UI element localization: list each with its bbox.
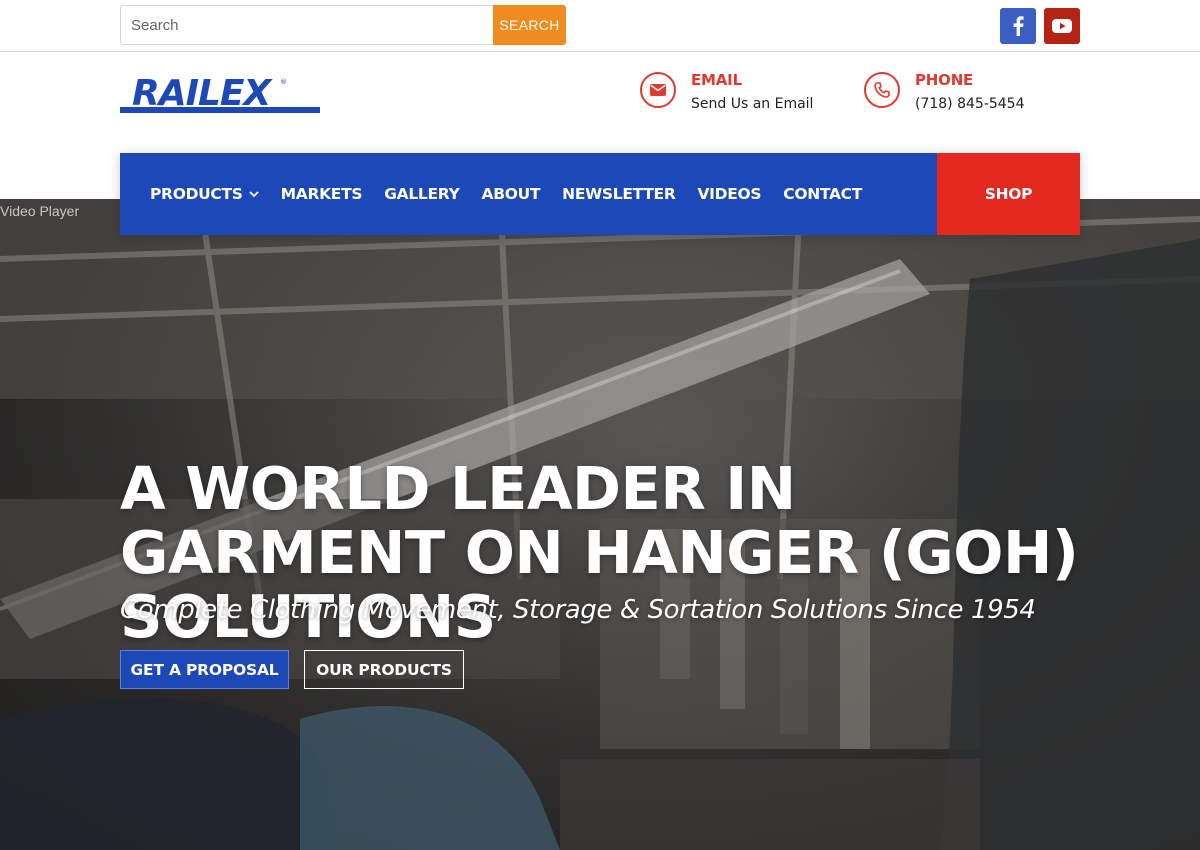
hero-section: Video Player A WORLD LEADER IN GARMENT O…: [0, 199, 1200, 850]
nav-item-gallery[interactable]: GALLERY: [384, 185, 460, 203]
nav-shop-button[interactable]: SHOP: [937, 153, 1080, 235]
video-player-label: Video Player: [0, 203, 80, 219]
nav-item-about[interactable]: ABOUT: [482, 185, 541, 203]
chevron-down-icon: [249, 190, 259, 197]
nav-item-newsletter[interactable]: NEWSLETTER: [562, 185, 676, 203]
search-button[interactable]: SEARCH: [493, 5, 566, 45]
email-title: EMAIL: [691, 71, 742, 89]
facebook-icon: [1013, 16, 1024, 36]
nav-items: PRODUCTS MARKETS GALLERY ABOUT NEWSLETTE…: [150, 153, 884, 235]
email-contact[interactable]: EMAIL Send Us an Email: [640, 70, 813, 116]
phone-contact[interactable]: PHONE (718) 845-5454: [864, 70, 1025, 116]
phone-title: PHONE: [915, 71, 974, 89]
youtube-icon: [1052, 19, 1072, 33]
svg-text:®: ®: [280, 78, 287, 86]
main-nav: PRODUCTS MARKETS GALLERY ABOUT NEWSLETTE…: [120, 153, 1080, 235]
envelope-icon: [640, 72, 676, 108]
youtube-link[interactable]: [1044, 8, 1080, 44]
get-proposal-button[interactable]: GET A PROPOSAL: [120, 650, 289, 689]
top-bar: SEARCH: [0, 0, 1200, 52]
phone-value[interactable]: (718) 845-5454: [915, 92, 1025, 116]
search-input[interactable]: [120, 5, 493, 45]
phone-icon: [864, 72, 900, 108]
nav-item-videos[interactable]: VIDEOS: [697, 185, 761, 203]
nav-item-label: PRODUCTS: [150, 185, 243, 203]
nav-item-products[interactable]: PRODUCTS: [150, 185, 259, 203]
search-form: SEARCH: [120, 5, 566, 45]
email-value[interactable]: Send Us an Email: [691, 92, 813, 116]
nav-item-contact[interactable]: CONTACT: [783, 185, 862, 203]
railex-logo[interactable]: RAILEX ®: [120, 74, 320, 114]
our-products-button[interactable]: OUR PRODUCTS: [304, 650, 464, 689]
hero-subtitle: Complete Clothing Movement, Storage & So…: [120, 595, 1036, 625]
nav-item-markets[interactable]: MARKETS: [281, 185, 363, 203]
facebook-link[interactable]: [1000, 8, 1036, 44]
